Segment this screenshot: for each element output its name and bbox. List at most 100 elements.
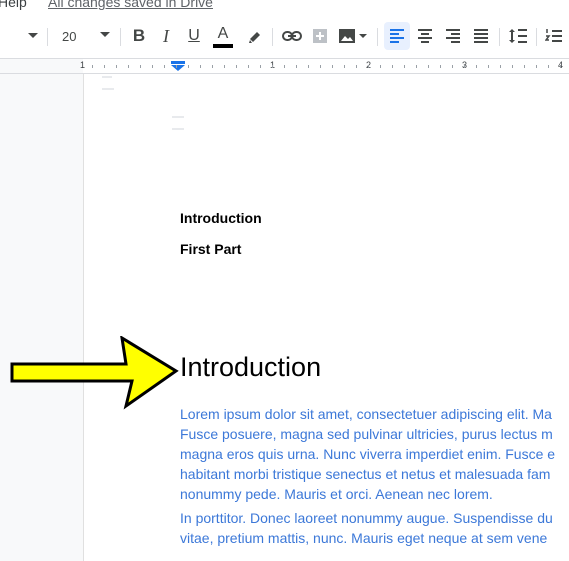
font-size-value: 20 [62,28,77,44]
paragraph-line: nonummy pede. Mauris et orci. Aenean nec… [180,486,493,502]
justify-icon [474,29,488,43]
ruler-tick [464,65,465,68]
body-paragraph: Lorem ipsum dolor sit amet, consectetuer… [180,404,569,504]
ruler-tick [92,65,93,68]
ruler-tick [416,65,417,68]
font-size-select[interactable]: 20 [54,22,124,50]
align-left-button[interactable] [384,22,410,50]
align-right-icon [446,29,460,43]
text-color-icon: A [217,24,229,42]
underline-button[interactable]: U [183,22,205,50]
image-icon [339,29,367,43]
paragraph-line: Fusce posuere, magna sed pulvinar ultric… [180,426,553,442]
toolbar: 20 B I U A [0,14,569,59]
body-paragraph: In porttitor. Donec laoreet nonummy augu… [180,508,569,548]
ruler-tick [536,65,537,68]
menu-help[interactable]: Help [0,0,27,10]
numbered-list-icon [545,29,562,42]
ruler-tick [344,65,345,68]
chevron-down-icon [100,32,110,37]
ruler-tick [260,65,261,68]
ruler-tick [368,65,369,68]
indent-marker-icon[interactable] [171,61,185,71]
ruler-tick [380,65,381,68]
ruler-tick [200,65,201,68]
toolbar-divider [536,28,537,46]
save-status-link[interactable]: All changes saved in Drive [48,0,213,10]
horizontal-ruler[interactable]: 1 1 2 3 4 [0,59,569,74]
ruler-tick [356,65,357,68]
ruler-tick [272,65,273,68]
align-center-icon [418,29,432,43]
justify-button[interactable] [468,22,494,50]
numbered-list-button[interactable] [542,22,566,50]
faint-mark [102,76,112,78]
bold-button[interactable]: B [128,22,150,50]
ruler-tick [128,65,129,68]
add-comment-button[interactable] [309,22,331,50]
toolbar-divider [120,28,121,46]
ruler-tick [500,65,501,68]
italic-button[interactable]: I [155,22,177,50]
toc-link-introduction[interactable]: Introduction [180,210,262,226]
ruler-tick [248,65,249,68]
paragraph-line: In porttitor. Donec laoreet nonummy augu… [180,510,553,526]
ruler-tick [308,65,309,68]
comment-icon [313,29,327,43]
toolbar-divider [272,28,273,46]
paragraph-line: magna eros quis urna. Nunc viverra imper… [180,446,556,462]
ruler-tick [284,65,285,68]
ruler-tick [512,65,513,68]
align-center-button[interactable] [412,22,438,50]
toolbar-divider [499,28,500,46]
ruler-tick [488,65,489,68]
ruler-tick [152,65,153,68]
ruler-tick [392,65,393,68]
paragraph-line: habitant morbi tristique senectus et net… [180,466,551,482]
ruler-tick [164,65,165,68]
ruler-tick [296,65,297,68]
line-spacing-icon [509,29,527,43]
highlight-button[interactable] [243,22,267,50]
toolbar-divider [377,28,378,46]
toc-link-first-part[interactable]: First Part [180,241,241,257]
faint-mark [102,88,114,90]
insert-link-button[interactable] [279,22,305,50]
ruler-page-area [83,59,569,73]
ruler-tick [476,65,477,68]
ruler-tick [236,65,237,68]
style-dropdown-chevron[interactable] [24,22,42,50]
ruler-tick [452,65,453,68]
ruler-tick [524,65,525,68]
align-left-icon [390,29,404,43]
ruler-tick [116,65,117,68]
link-icon [282,31,302,41]
document-canvas: Introduction First Part Introduction Lor… [0,74,569,561]
toolbar-divider [47,28,48,46]
ruler-tick [440,65,441,68]
ruler-tick [212,65,213,68]
text-color-button[interactable]: A [211,22,235,50]
heading-introduction: Introduction [180,352,322,382]
insert-image-button[interactable] [336,22,370,50]
ruler-tick [548,65,549,68]
ruler-tick [140,65,141,68]
paragraph-line: vitae, pretium mattis, nunc. Mauris eget… [180,530,548,546]
paragraph-line: Lorem ipsum dolor sit amet, consectetuer… [180,406,552,422]
ruler-tick [428,65,429,68]
menu-bar: Help All changes saved in Drive [0,0,569,14]
ruler-number: 1 [80,60,86,70]
document-page[interactable]: Introduction First Part Introduction Lor… [83,74,569,561]
text-color-swatch [213,43,233,48]
ruler-tick [404,65,405,68]
faint-mark [172,116,184,118]
line-spacing-button[interactable] [505,22,531,50]
faint-mark [172,128,184,130]
annotation-arrow-icon [10,336,179,410]
ruler-tick [332,65,333,68]
align-right-button[interactable] [440,22,466,50]
ruler-tick [188,65,189,68]
ruler-tick [176,65,177,68]
highlight-icon [249,32,260,43]
ruler-tick [560,65,561,68]
